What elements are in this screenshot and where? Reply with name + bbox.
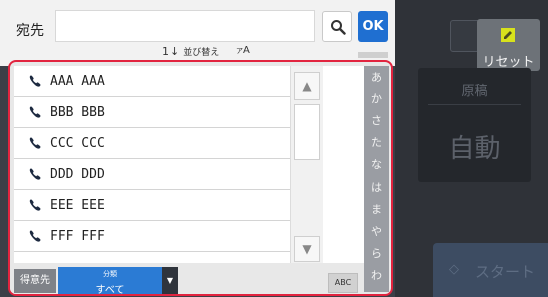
search-icon bbox=[331, 20, 346, 35]
double-up-arrow-icon: ▲ bbox=[302, 79, 312, 93]
contact-name: CCC CCC bbox=[50, 136, 105, 151]
list-item[interactable]: FFF FFF bbox=[14, 221, 290, 252]
phone-icon bbox=[29, 168, 41, 180]
sort-label: 並び替え bbox=[183, 48, 220, 58]
contact-name: BBB BBB bbox=[50, 105, 105, 120]
list-item[interactable]: DDD DDD bbox=[14, 159, 290, 190]
search-input[interactable] bbox=[55, 10, 315, 42]
list-item[interactable]: EEE EEE bbox=[14, 190, 290, 221]
start-button[interactable]: ◇ スタート bbox=[433, 243, 548, 297]
phone-icon bbox=[29, 230, 41, 242]
original-title: 原稿 bbox=[461, 84, 488, 99]
scroll-thumb[interactable] bbox=[294, 104, 320, 160]
kana-sort-small: ア bbox=[236, 47, 243, 55]
start-label: スタート bbox=[475, 263, 536, 281]
contact-name: DDD DDD bbox=[50, 167, 105, 182]
category-value: すべて bbox=[95, 285, 125, 296]
scroll-down-button[interactable]: ▼ bbox=[294, 236, 320, 262]
original-setting-card[interactable]: 原稿 自動 bbox=[418, 68, 531, 182]
list-item[interactable]: BBB BBB bbox=[14, 97, 290, 128]
contact-name: FFF FFF bbox=[50, 229, 105, 244]
phone-icon bbox=[29, 137, 41, 149]
reset-button[interactable]: リセット bbox=[477, 19, 540, 71]
list-item[interactable]: AAA AAA bbox=[14, 66, 290, 97]
double-down-arrow-icon: ▼ bbox=[302, 242, 312, 256]
address-book-panel: AAA AAA BBB BBB CCC CCC DDD DDD EEE EEE … bbox=[8, 60, 393, 296]
category-select[interactable]: 分類 すべて bbox=[58, 267, 162, 296]
scroll-up-button[interactable]: ▲ bbox=[294, 72, 320, 100]
sort-arrow-icon: ↓ bbox=[170, 45, 180, 58]
app-screen: リセット 原稿 自動 ◇ スタート 宛先 OK 1↓ 並び替え アA AAA A… bbox=[0, 0, 548, 297]
destination-label: 宛先 bbox=[16, 23, 44, 39]
ok-button[interactable]: OK bbox=[358, 11, 388, 42]
kana-index-item[interactable]: か bbox=[364, 90, 389, 106]
chevron-down-icon: ▼ bbox=[166, 276, 174, 285]
contact-name: AAA AAA bbox=[50, 74, 105, 89]
kana-sort-large: A bbox=[243, 45, 250, 56]
bottom-bar: 得意先 分類 すべて ▼ ABC bbox=[10, 263, 364, 296]
kana-index-item[interactable]: な bbox=[364, 156, 389, 172]
divider bbox=[428, 104, 521, 105]
abc-index-button[interactable]: ABC bbox=[328, 273, 358, 293]
category-caption: 分類 bbox=[103, 270, 117, 278]
phone-icon bbox=[29, 199, 41, 211]
kana-index: あ か さ た な は ま や ら わ bbox=[364, 66, 389, 292]
kana-index-item[interactable]: あ bbox=[364, 69, 389, 85]
kana-index-item[interactable]: わ bbox=[364, 267, 389, 283]
category-dropdown-button[interactable]: ▼ bbox=[162, 267, 178, 294]
kana-index-item[interactable]: さ bbox=[364, 112, 389, 128]
kana-index-item[interactable]: た bbox=[364, 134, 389, 150]
start-icon: ◇ bbox=[449, 262, 459, 277]
sort-button[interactable]: 1↓ 並び替え bbox=[162, 45, 219, 58]
phone-icon bbox=[29, 75, 41, 87]
kana-index-item[interactable]: ら bbox=[364, 245, 389, 261]
ok-shadow bbox=[358, 52, 388, 58]
sort-number: 1 bbox=[162, 45, 169, 58]
favorites-button[interactable]: 得意先 bbox=[14, 269, 56, 293]
phone-icon bbox=[29, 106, 41, 118]
kana-index-item[interactable]: は bbox=[364, 179, 389, 195]
kana-index-item[interactable]: ま bbox=[364, 201, 389, 217]
search-bar: 宛先 OK 1↓ 並び替え アA bbox=[0, 0, 395, 66]
kana-index-item[interactable]: や bbox=[364, 223, 389, 239]
original-value: 自動 bbox=[448, 134, 501, 164]
pencil-icon bbox=[501, 28, 515, 42]
kana-sort-button[interactable]: アA bbox=[236, 45, 250, 56]
search-button[interactable] bbox=[322, 11, 352, 42]
contact-name: EEE EEE bbox=[50, 198, 105, 213]
list-item[interactable]: CCC CCC bbox=[14, 128, 290, 159]
contact-list: AAA AAA BBB BBB CCC CCC DDD DDD EEE EEE … bbox=[14, 66, 364, 263]
